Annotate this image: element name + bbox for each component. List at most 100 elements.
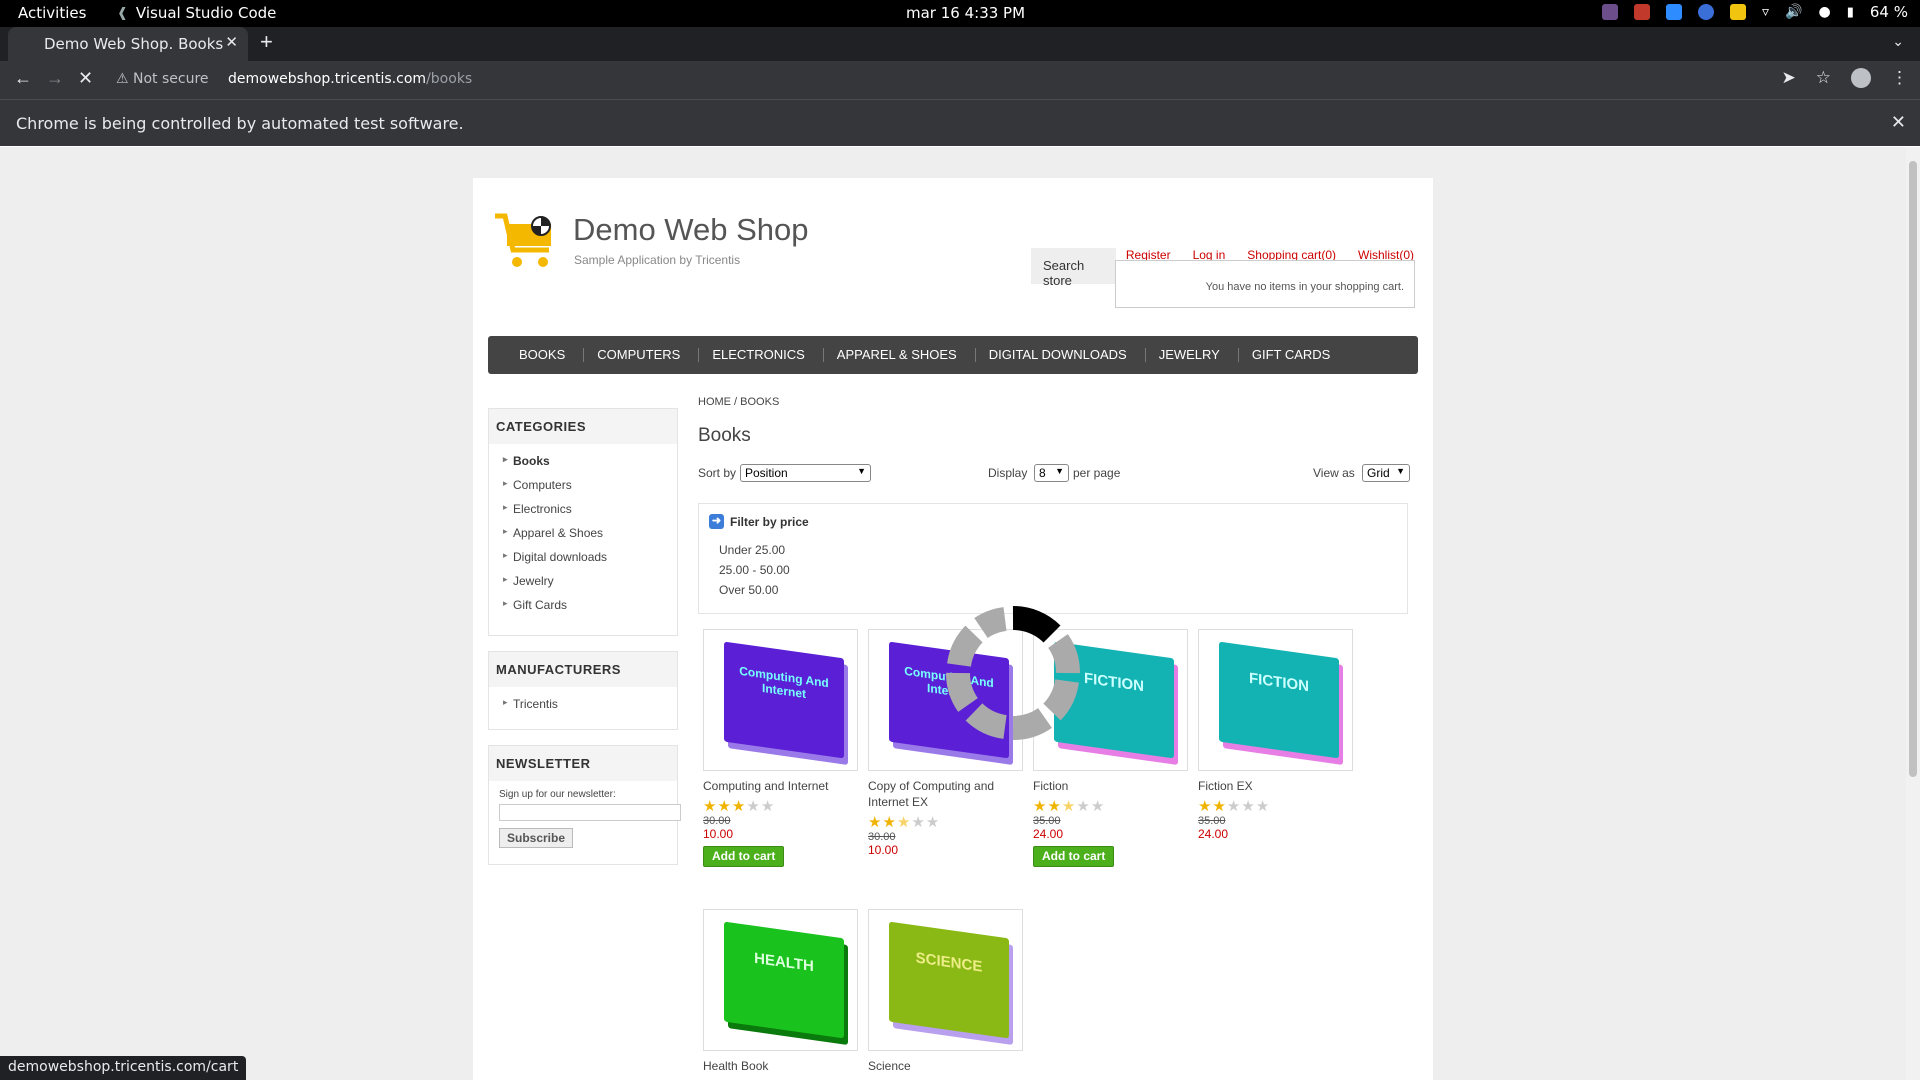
menu-kebab-icon[interactable]: ⋮ (1891, 68, 1908, 88)
product-title[interactable]: Health Book (703, 1058, 861, 1074)
clock[interactable]: mar 16 4:33 PM (906, 4, 1025, 22)
back-icon[interactable]: ← (14, 68, 32, 89)
logo-title[interactable]: Demo Web Shop (573, 212, 809, 248)
old-price: 35.00 (1198, 815, 1226, 827)
star-empty-icon: ★ (1090, 798, 1105, 815)
product-image[interactable]: Computing And Internet (703, 629, 858, 771)
not-secure-indicator[interactable]: ⚠ Not secure (116, 71, 209, 87)
tab-title: Demo Web Shop. Books (44, 35, 224, 53)
slack-icon[interactable] (1602, 4, 1619, 20)
tab-demo-web-shop[interactable]: Demo Web Shop. Books ✕ (8, 27, 248, 61)
scrollbar-thumb[interactable] (1909, 161, 1917, 777)
search-store-button[interactable]: Search store (1031, 248, 1116, 288)
display-label: Display (988, 466, 1028, 480)
stop-loading-icon[interactable]: ✕ (78, 68, 93, 89)
battery-icon[interactable]: ▮ (1847, 5, 1854, 20)
sort-select[interactable]: Position ▼ (740, 464, 871, 482)
microphone-icon[interactable]: ● (1819, 4, 1831, 20)
price-range-under-25[interactable]: Under 25.00 (719, 541, 1397, 561)
volume-icon[interactable]: 🔊 (1785, 4, 1802, 20)
camera-icon[interactable] (1634, 4, 1651, 20)
notes-icon[interactable] (1730, 4, 1747, 20)
star-half-icon: ★ (1061, 798, 1076, 815)
bookmark-star-icon[interactable]: ☆ (1816, 68, 1831, 88)
filter-title: Filter by price (730, 514, 809, 529)
star-full-icon: ★ (1047, 798, 1061, 815)
category-digital-downloads[interactable]: Digital downloads (503, 545, 677, 569)
breadcrumb[interactable]: HOME / BOOKS (698, 396, 779, 408)
product-title[interactable]: Computing and Internet (703, 778, 861, 794)
star-full-icon: ★ (868, 814, 882, 831)
product-title[interactable]: Science (868, 1058, 1026, 1074)
menu-item-books[interactable]: BOOKS (506, 348, 585, 362)
add-to-cart-button[interactable]: Add to cart (1033, 846, 1115, 867)
star-empty-icon: ★ (1255, 798, 1270, 815)
newsletter-block: NEWSLETTER Sign up for our newsletter: S… (488, 745, 681, 865)
manufacturers-block: MANUFACTURERS Tricentis (488, 651, 678, 730)
new-tab-icon[interactable]: + (260, 29, 273, 55)
tab-search-icon[interactable]: ⌄ (1892, 33, 1904, 50)
send-icon[interactable]: ➤ (1782, 68, 1796, 88)
old-price: 30.00 (703, 815, 731, 827)
page-scrollbar[interactable] (1906, 147, 1920, 1080)
cover-text: FICTION (1249, 669, 1309, 696)
product-title[interactable]: Fiction EX (1198, 778, 1356, 794)
menu-item-jewelry[interactable]: JEWELRY (1146, 348, 1239, 362)
activities-button[interactable]: Activities (18, 4, 86, 22)
star-empty-icon: ★ (760, 798, 775, 815)
product-image[interactable]: FICTION (1198, 629, 1353, 771)
category-computers[interactable]: Computers (503, 473, 677, 497)
category-apparel-shoes[interactable]: Apparel & Shoes (503, 521, 677, 545)
star-full-icon: ★ (1033, 798, 1047, 815)
price-range-25-50[interactable]: 25.00 - 50.00 (719, 561, 1397, 581)
product-title[interactable]: Copy of Computing and Internet EX (868, 778, 1026, 810)
manufacturer-tricentis[interactable]: Tricentis (503, 692, 677, 716)
url-text[interactable]: demowebshop.tricentis.com/books (228, 71, 472, 87)
page-viewport: Demo Web Shop Sample Application by Tric… (0, 147, 1920, 1080)
menu-item-computers[interactable]: COMPUTERS (584, 348, 700, 362)
product-selectors: Sort by Position ▼ Display 8 ▼ per page Vi… (698, 464, 1418, 484)
arrow-right-icon: ➜ (709, 514, 724, 529)
profile-avatar-icon[interactable] (1851, 68, 1871, 88)
address-bar[interactable]: ⚠ Not secure demowebshop.tricentis.com/b… (108, 65, 1848, 95)
book-cover: HEALTH (724, 921, 844, 1039)
sort-label: Sort by (698, 466, 737, 480)
close-infobar-icon[interactable]: ✕ (1891, 112, 1906, 133)
wifi-icon[interactable]: ▿ (1762, 4, 1769, 20)
close-tab-icon[interactable]: ✕ (225, 33, 238, 51)
subscribe-button[interactable]: Subscribe (499, 828, 574, 848)
add-to-cart-button[interactable]: Add to cart (703, 846, 785, 867)
product-image[interactable]: HEALTH (703, 909, 858, 1051)
newsletter-email-input[interactable] (499, 804, 681, 821)
rating-stars: ★ ★ ★ ★ ★ (868, 815, 1026, 830)
shopping-cart-logo-icon[interactable] (493, 212, 559, 270)
app-menu[interactable]: ❰ Visual Studio Code (117, 4, 276, 22)
category-electronics[interactable]: Electronics (503, 497, 677, 521)
page-size-select[interactable]: 8 ▼ (1034, 464, 1069, 482)
product-title[interactable]: Fiction (1033, 778, 1191, 794)
page-title: Books (698, 425, 751, 446)
view-mode-select[interactable]: Grid ▼ (1362, 464, 1410, 482)
category-gift-cards[interactable]: Gift Cards (503, 593, 677, 617)
product-image[interactable]: SCIENCE (868, 909, 1023, 1051)
menu-item-digital-downloads[interactable]: DIGITAL DOWNLOADS (976, 348, 1146, 362)
price-range-over-50[interactable]: Over 50.00 (719, 581, 1397, 601)
forward-icon[interactable]: → (46, 68, 64, 89)
old-price: 30.00 (868, 831, 896, 843)
categories-block: CATEGORIES Books Computers Electronics A… (488, 408, 678, 636)
update-icon[interactable] (1698, 4, 1715, 20)
menu-item-apparel-shoes[interactable]: APPAREL & SHOES (824, 348, 976, 362)
actual-price: 10.00 (868, 843, 899, 857)
loading-spinner-icon (946, 606, 1080, 740)
cover-text: HEALTH (754, 949, 814, 976)
zoom-icon[interactable] (1666, 4, 1683, 20)
rating-stars: ★ ★ ★ ★ ★ (1198, 799, 1356, 814)
menu-item-gift-cards[interactable]: GIFT CARDS (1239, 348, 1349, 362)
star-half-icon: ★ (896, 814, 911, 831)
menu-item-electronics[interactable]: ELECTRONICS (699, 348, 824, 362)
product-item: FICTION Fiction EX ★ ★ ★ ★ ★ 35.00 24.00 (1198, 629, 1356, 841)
system-tray[interactable]: ▿ 🔊 ● ▮ 64 % (1602, 3, 1908, 21)
category-jewelry[interactable]: Jewelry (503, 569, 677, 593)
category-books[interactable]: Books (503, 449, 677, 473)
per-page-label: per page (1073, 466, 1121, 480)
